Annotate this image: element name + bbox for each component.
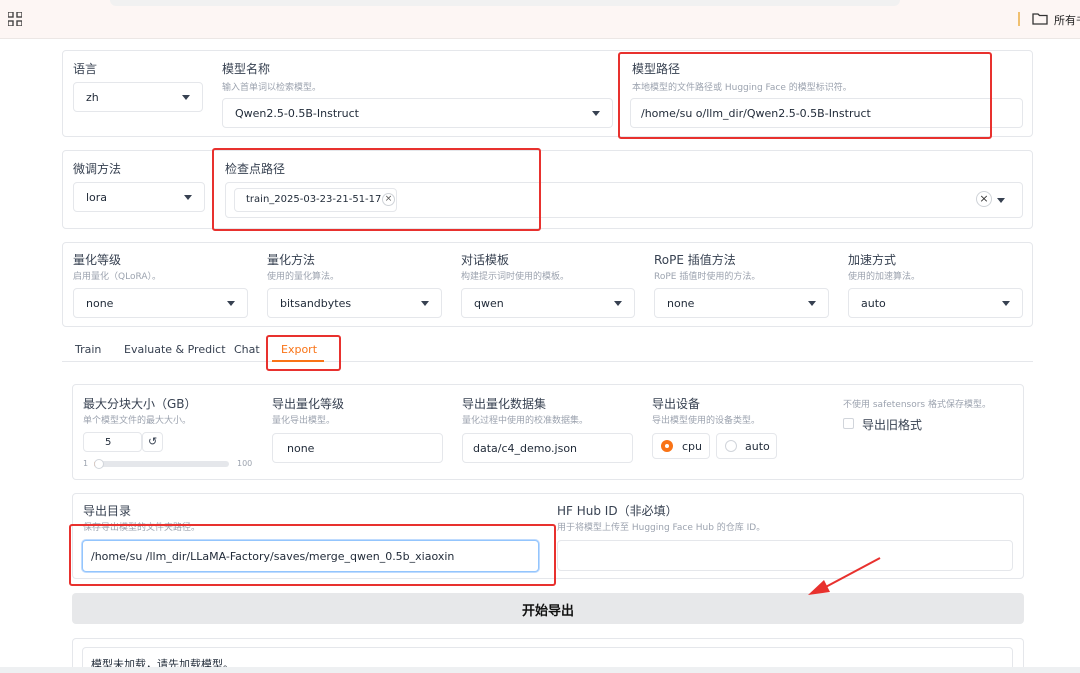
- radio-unselected-icon: [725, 440, 737, 452]
- export-device-label: 导出设备: [652, 397, 701, 411]
- quant-level-info: 启用量化（QLoRA）。: [73, 272, 161, 282]
- legacy-format-checkbox[interactable]: [843, 418, 854, 429]
- export-dataset-info: 量化过程中使用的校准数据集。: [462, 416, 589, 426]
- tab-evaluate-predict[interactable]: Evaluate & Predict: [124, 343, 226, 356]
- legacy-format-info: 不使用 safetensors 格式保存模型。: [843, 400, 991, 410]
- template-info: 构建提示词时使用的模板。: [461, 272, 570, 282]
- export-quant-label: 导出量化等级: [272, 397, 345, 411]
- tab-chat[interactable]: Chat: [234, 343, 260, 356]
- model-name-label: 模型名称: [222, 62, 271, 76]
- browser-bar: 所有书: [0, 0, 1080, 39]
- quant-level-dropdown[interactable]: none: [73, 288, 248, 318]
- bookmark-folder-label[interactable]: 所有书: [1054, 12, 1080, 28]
- hub-id-info: 用于将模型上传至 Hugging Face Hub 的仓库 ID。: [557, 523, 766, 533]
- hub-id-input[interactable]: [557, 540, 1013, 571]
- shard-size-info: 单个模型文件的最大大小。: [83, 416, 192, 426]
- export-quant-field[interactable]: none: [272, 433, 443, 463]
- radio-selected-dot: [665, 444, 669, 448]
- chevron-down-icon: [184, 195, 192, 200]
- export-dataset-label: 导出量化数据集: [462, 397, 547, 411]
- accel-label: 加速方式: [848, 253, 897, 267]
- apps-grid-icon[interactable]: [8, 12, 22, 26]
- chevron-down-icon: [808, 301, 816, 306]
- reset-icon: ↺: [148, 435, 158, 448]
- tab-train[interactable]: Train: [75, 343, 101, 356]
- template-dropdown[interactable]: qwen: [461, 288, 635, 318]
- tab-strip: [110, 0, 900, 6]
- rope-info: RoPE 插值时使用的方法。: [654, 272, 761, 282]
- shard-size-number-input[interactable]: 5: [83, 432, 142, 452]
- bottom-strip: [0, 667, 1080, 673]
- hub-id-label: HF Hub ID（非必填）: [557, 504, 678, 518]
- export-device-info: 导出模型使用的设备类型。: [652, 416, 761, 426]
- template-label: 对话模板: [461, 253, 510, 267]
- chevron-down-icon: [421, 301, 429, 306]
- quant-method-info: 使用的量化算法。: [267, 272, 340, 282]
- chevron-down-icon: [614, 301, 622, 306]
- chevron-down-icon[interactable]: [997, 198, 1005, 203]
- clear-selection-icon[interactable]: ×: [976, 191, 992, 207]
- legacy-format-label: 导出旧格式: [862, 418, 923, 432]
- annotation-box-model-path: [618, 52, 992, 139]
- slider-max-label: 100: [237, 459, 253, 468]
- annotation-arrow: [808, 557, 881, 595]
- shard-size-label: 最大分块大小（GB）: [83, 397, 197, 411]
- rope-label: RoPE 插值方法: [654, 253, 736, 267]
- slider-min-label: 1: [83, 459, 89, 468]
- tab-bar-divider: [62, 361, 1033, 362]
- quant-level-label: 量化等级: [73, 253, 122, 267]
- bookmark-separator: [1018, 12, 1020, 26]
- device-option-cpu[interactable]: cpu: [652, 433, 710, 459]
- language-label: 语言: [73, 62, 98, 76]
- annotation-box-export-dir: [69, 524, 556, 586]
- language-dropdown[interactable]: zh: [73, 82, 203, 112]
- accel-dropdown[interactable]: auto: [848, 288, 1023, 318]
- chevron-down-icon: [592, 111, 600, 116]
- annotation-box-export-tab: [266, 335, 341, 371]
- quant-method-label: 量化方法: [267, 253, 316, 267]
- chevron-down-icon: [182, 95, 190, 100]
- chevron-down-icon: [227, 301, 235, 306]
- device-option-auto[interactable]: auto: [716, 433, 777, 459]
- shard-reset-button[interactable]: ↺: [142, 432, 163, 452]
- annotation-box-checkpoint: [212, 148, 541, 231]
- slider-thumb[interactable]: [94, 459, 104, 469]
- finetune-method-label: 微调方法: [73, 162, 122, 176]
- finetune-method-dropdown[interactable]: lora: [73, 182, 205, 212]
- export-quant-info: 量化导出模型。: [272, 416, 336, 426]
- rope-dropdown[interactable]: none: [654, 288, 829, 318]
- chevron-down-icon: [1002, 301, 1010, 306]
- export-dataset-input[interactable]: data/c4_demo.json: [462, 433, 633, 463]
- model-name-dropdown[interactable]: Qwen2.5-0.5B-Instruct: [222, 98, 613, 128]
- accel-info: 使用的加速算法。: [848, 272, 921, 282]
- model-name-info: 输入首单词以检索模型。: [222, 83, 322, 93]
- shard-size-slider[interactable]: [94, 459, 229, 469]
- folder-icon[interactable]: [1032, 11, 1048, 27]
- export-dir-label: 导出目录: [83, 504, 132, 518]
- quant-method-dropdown[interactable]: bitsandbytes: [267, 288, 442, 318]
